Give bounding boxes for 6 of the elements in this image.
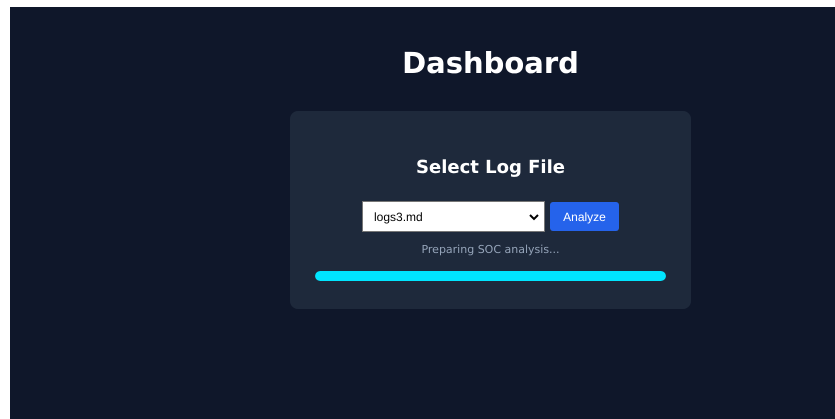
chevron-icon — [529, 212, 539, 220]
status-text: Preparing SOC analysis... — [421, 242, 560, 258]
card-heading: Select Log File — [416, 156, 565, 180]
page-title: Dashboard — [402, 45, 579, 82]
analyze-button[interactable]: Analyze — [550, 202, 619, 231]
log-file-select[interactable]: logs3.md — [362, 201, 545, 232]
